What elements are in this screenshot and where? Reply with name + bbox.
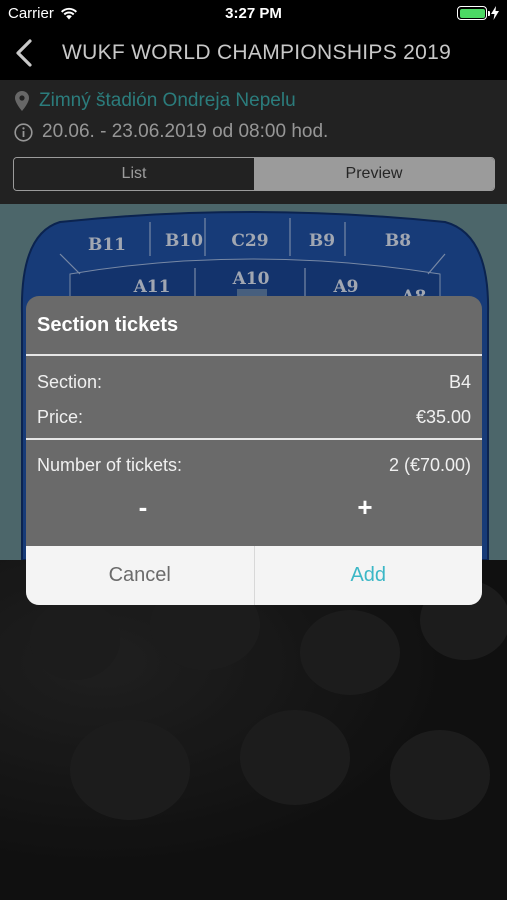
- status-right: [457, 6, 499, 20]
- section-tickets-dialog: Section tickets Section: B4 Price: €35.0…: [26, 296, 482, 605]
- dialog-title: Section tickets: [26, 296, 482, 356]
- ticket-count-row: Number of tickets: 2 (€70.00): [37, 455, 471, 476]
- section-value: B4: [448, 372, 471, 392]
- chevron-left-icon: [16, 39, 32, 67]
- page-title: WUKF WORLD CHAMPIONSHIPS 2019: [62, 41, 452, 64]
- back-button[interactable]: [10, 38, 40, 68]
- price-row: Price: €35.00: [37, 407, 471, 428]
- ticket-count-label: Number of tickets:: [37, 455, 183, 475]
- status-time: 3:27 PM: [225, 5, 282, 22]
- section-row: Section: B4: [37, 372, 471, 393]
- increment-button[interactable]: +: [345, 489, 385, 525]
- price-label: Price:: [37, 407, 84, 427]
- charging-bolt-icon: [491, 6, 499, 20]
- price-value: €35.00: [415, 407, 471, 427]
- decrement-button[interactable]: -: [123, 489, 163, 525]
- dialog-actions: Cancel Add: [26, 546, 482, 605]
- status-bar: Carrier 3:27 PM: [0, 0, 507, 28]
- section-label: Section:: [37, 372, 103, 392]
- nav-bar: WUKF WORLD CHAMPIONSHIPS 2019: [0, 28, 507, 80]
- cancel-button[interactable]: Cancel: [26, 546, 255, 605]
- divider: [26, 438, 482, 440]
- add-button[interactable]: Add: [255, 546, 483, 605]
- battery-icon: [457, 6, 490, 20]
- ticket-count-value: 2 (€70.00): [388, 455, 471, 475]
